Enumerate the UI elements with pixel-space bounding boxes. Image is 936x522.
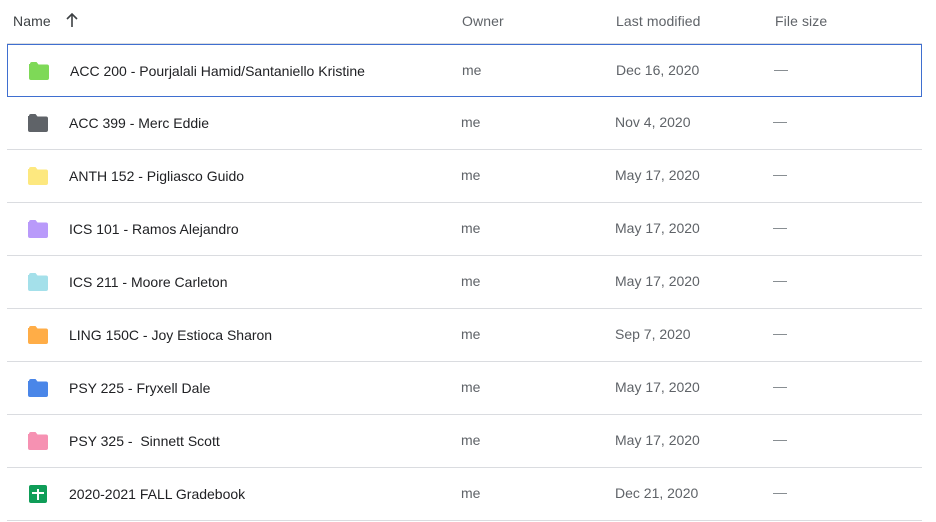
file-row[interactable]: ICS 211 - Moore Carleton me May 17, 2020 — [7, 256, 922, 309]
file-size: — [774, 61, 788, 77]
file-last-modified: May 17, 2020 [615, 220, 700, 236]
column-header-last-modified[interactable]: Last modified [616, 13, 701, 29]
file-row[interactable]: ACC 399 - Merc Eddie me Nov 4, 2020 — [7, 97, 922, 150]
file-name: 2020-2021 FALL Gradebook [69, 486, 246, 502]
file-row[interactable]: PSY 325 - Sinnett Scott me May 17, 2020 — [7, 415, 922, 468]
file-name: PSY 225 - Fryxell Dale [69, 380, 211, 396]
file-name: ACC 200 - Pourjalali Hamid/Santaniello K… [70, 63, 365, 79]
column-header-name-label: Name [13, 13, 51, 29]
google-sheets-icon [27, 485, 49, 503]
file-owner: me [462, 62, 482, 78]
column-header-name[interactable]: Name [13, 12, 79, 29]
file-owner: me [461, 220, 481, 236]
folder-icon [27, 273, 49, 291]
file-name: ACC 399 - Merc Eddie [69, 115, 210, 131]
file-row[interactable]: LING 150C - Joy Estioca Sharon me Sep 7, 2… [7, 309, 922, 362]
file-owner: me [461, 326, 481, 342]
file-row[interactable]: 2020-2021 FALL Gradebook me Dec 21, 2020 — [7, 468, 922, 521]
folder-icon [27, 326, 49, 344]
file-owner: me [461, 485, 481, 501]
file-owner: me [461, 432, 481, 448]
file-last-modified: Dec 21, 2020 [615, 485, 699, 501]
file-size: — [773, 378, 787, 394]
file-size: — [773, 219, 787, 235]
file-name: ICS 101 - Ramos Alejandro [69, 221, 239, 237]
file-row[interactable]: ACC 200 - Pourjalali Hamid/Santaniello K… [7, 44, 922, 97]
file-last-modified: Sep 7, 2020 [615, 326, 691, 342]
folder-icon [27, 114, 49, 132]
file-last-modified: Nov 4, 2020 [615, 114, 691, 130]
folder-icon [27, 432, 49, 450]
file-rows: ACC 200 - Pourjalali Hamid/Santaniello K… [0, 44, 936, 521]
file-last-modified: May 17, 2020 [615, 167, 700, 183]
file-size: — [773, 431, 787, 447]
column-header-file-size[interactable]: File size [775, 13, 827, 29]
file-last-modified: May 17, 2020 [615, 379, 700, 395]
file-owner: me [461, 114, 481, 130]
file-size: — [773, 166, 787, 182]
file-last-modified: May 17, 2020 [615, 273, 700, 289]
file-list: Name Owner Last modified File size ACC 2… [0, 0, 936, 522]
file-owner: me [461, 273, 481, 289]
file-row[interactable]: ICS 101 - Ramos Alejandro me May 17, 2020 — [7, 203, 922, 256]
folder-icon [27, 220, 49, 238]
file-name: LING 150C - Joy Estioca Sharon [69, 327, 273, 343]
file-size: — [773, 484, 787, 500]
file-name: PSY 325 - Sinnett Scott [69, 433, 220, 449]
file-owner: me [461, 379, 481, 395]
file-row[interactable]: ANTH 152 - Pigliasco Guido me May 17, 2020… [7, 150, 922, 203]
file-size: — [773, 113, 787, 129]
sort-ascending-arrow-icon[interactable] [65, 12, 79, 28]
column-header-row: Name Owner Last modified File size [7, 0, 922, 44]
file-name: ICS 211 - Moore Carleton [69, 274, 228, 290]
file-last-modified: May 17, 2020 [615, 432, 700, 448]
file-name: ANTH 152 - Pigliasco Guido [69, 168, 245, 184]
file-last-modified: Dec 16, 2020 [616, 62, 700, 78]
file-row[interactable]: PSY 225 - Fryxell Dale me May 17, 2020 — [7, 362, 922, 415]
file-size: — [773, 325, 787, 341]
file-size: — [773, 272, 787, 288]
file-owner: me [461, 167, 481, 183]
folder-icon [27, 379, 49, 397]
folder-icon [28, 62, 50, 80]
folder-icon [27, 167, 49, 185]
column-header-owner[interactable]: Owner [462, 13, 504, 29]
